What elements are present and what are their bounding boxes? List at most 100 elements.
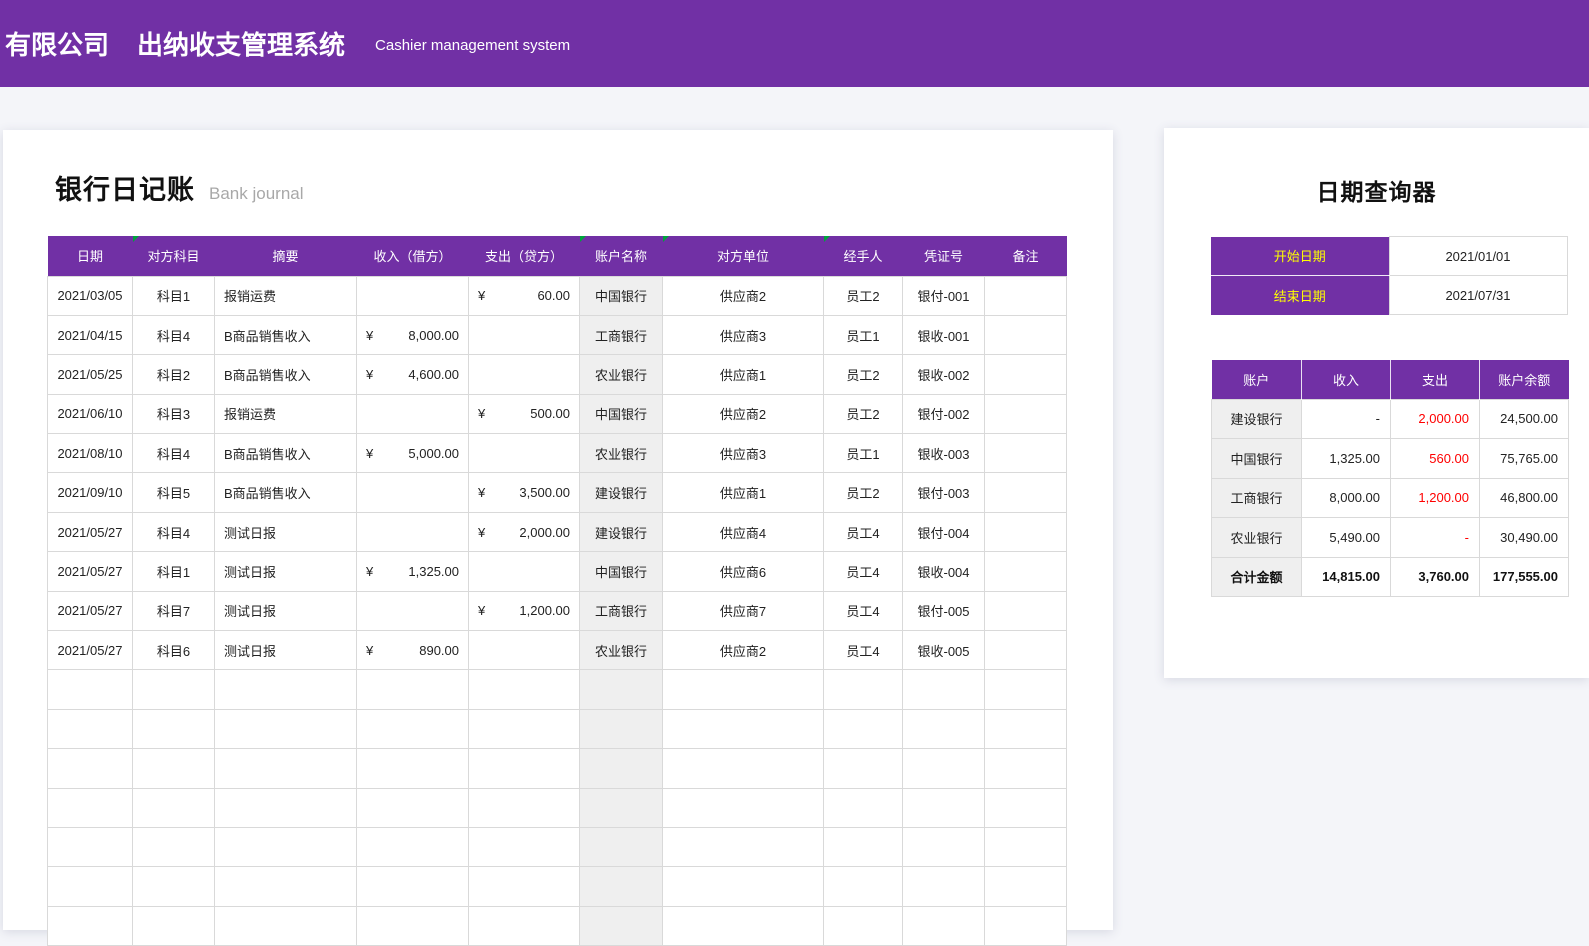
journal-cell-account[interactable]: 中国银行 — [579, 275, 663, 316]
journal-cell-expense[interactable] — [468, 866, 580, 907]
journal-cell-account[interactable]: 农业银行 — [579, 433, 663, 474]
journal-cell-summary[interactable] — [214, 866, 357, 907]
journal-cell-subject[interactable] — [132, 669, 215, 710]
journal-cell-remark[interactable] — [984, 708, 1067, 750]
journal-cell-subject[interactable] — [132, 905, 215, 946]
journal-cell-date[interactable]: 2021/08/10 — [47, 433, 133, 474]
journal-cell-subject[interactable]: 科目4 — [132, 511, 215, 553]
journal-cell-expense[interactable] — [468, 314, 580, 356]
journal-cell-counterparty[interactable]: 供应商3 — [662, 314, 824, 356]
journal-cell-income[interactable]: ¥890.00 — [356, 630, 469, 671]
journal-col-voucher[interactable]: 凭证号 — [902, 236, 985, 276]
journal-cell-income[interactable]: ¥4,600.00 — [356, 354, 469, 395]
journal-cell-voucher[interactable] — [902, 787, 985, 828]
journal-cell-subject[interactable] — [132, 787, 215, 828]
journal-cell-account[interactable]: 农业银行 — [579, 354, 663, 395]
journal-cell-expense[interactable]: ¥1,200.00 — [468, 590, 580, 632]
journal-cell-account[interactable]: 工商银行 — [579, 590, 663, 632]
journal-cell-expense[interactable]: ¥2,000.00 — [468, 511, 580, 553]
journal-cell-voucher[interactable] — [902, 708, 985, 750]
journal-cell-date[interactable]: 2021/05/27 — [47, 630, 133, 671]
journal-cell-remark[interactable] — [984, 669, 1067, 710]
journal-cell-voucher[interactable]: 银付-002 — [902, 393, 985, 435]
journal-cell-counterparty[interactable]: 供应商1 — [662, 354, 824, 395]
journal-cell-subject[interactable]: 科目1 — [132, 275, 215, 316]
journal-cell-summary[interactable]: 测试日报 — [214, 551, 357, 592]
journal-cell-remark[interactable] — [984, 905, 1067, 946]
journal-cell-summary[interactable]: 报销运费 — [214, 393, 357, 435]
journal-cell-date[interactable]: 2021/05/27 — [47, 551, 133, 592]
journal-col-summary[interactable]: 摘要 — [214, 236, 357, 276]
journal-cell-summary[interactable] — [214, 708, 357, 750]
journal-cell-remark[interactable] — [984, 551, 1067, 592]
journal-cell-account[interactable] — [579, 669, 663, 710]
journal-cell-handler[interactable] — [823, 826, 903, 868]
journal-cell-subject[interactable]: 科目1 — [132, 551, 215, 592]
journal-cell-date[interactable] — [47, 748, 133, 789]
journal-cell-remark[interactable] — [984, 314, 1067, 356]
journal-cell-handler[interactable]: 员工2 — [823, 393, 903, 435]
journal-cell-handler[interactable]: 员工1 — [823, 433, 903, 474]
journal-cell-counterparty[interactable]: 供应商2 — [662, 630, 824, 671]
journal-cell-remark[interactable] — [984, 433, 1067, 474]
journal-cell-handler[interactable]: 员工2 — [823, 354, 903, 395]
journal-cell-date[interactable]: 2021/09/10 — [47, 472, 133, 513]
journal-cell-remark[interactable] — [984, 354, 1067, 395]
journal-cell-counterparty[interactable]: 供应商2 — [662, 275, 824, 316]
journal-cell-counterparty[interactable] — [662, 708, 824, 750]
journal-cell-subject[interactable] — [132, 866, 215, 907]
journal-cell-summary[interactable]: 报销运费 — [214, 275, 357, 316]
journal-cell-summary[interactable] — [214, 905, 357, 946]
journal-cell-income[interactable]: ¥1,325.00 — [356, 551, 469, 592]
journal-cell-expense[interactable] — [468, 433, 580, 474]
journal-cell-counterparty[interactable] — [662, 866, 824, 907]
journal-cell-date[interactable] — [47, 669, 133, 710]
journal-cell-counterparty[interactable]: 供应商1 — [662, 472, 824, 513]
journal-cell-date[interactable] — [47, 787, 133, 828]
journal-cell-income[interactable] — [356, 787, 469, 828]
journal-cell-summary[interactable]: 测试日报 — [214, 630, 357, 671]
journal-cell-date[interactable]: 2021/06/10 — [47, 393, 133, 435]
journal-cell-counterparty[interactable] — [662, 669, 824, 710]
journal-cell-account[interactable]: 农业银行 — [579, 630, 663, 671]
journal-col-date[interactable]: 日期 — [47, 236, 133, 276]
journal-cell-income[interactable] — [356, 511, 469, 553]
journal-cell-subject[interactable]: 科目3 — [132, 393, 215, 435]
journal-cell-handler[interactable]: 员工2 — [823, 472, 903, 513]
journal-cell-remark[interactable] — [984, 275, 1067, 316]
journal-cell-voucher[interactable]: 银收-005 — [902, 630, 985, 671]
journal-cell-account[interactable] — [579, 866, 663, 907]
journal-cell-subject[interactable] — [132, 708, 215, 750]
journal-cell-expense[interactable] — [468, 630, 580, 671]
journal-cell-date[interactable] — [47, 708, 133, 750]
journal-cell-income[interactable] — [356, 905, 469, 946]
journal-cell-voucher[interactable]: 银付-005 — [902, 590, 985, 632]
journal-cell-date[interactable] — [47, 905, 133, 946]
journal-cell-date[interactable] — [47, 866, 133, 907]
journal-col-income[interactable]: 收入（借方） — [356, 236, 469, 276]
journal-cell-voucher[interactable] — [902, 748, 985, 789]
journal-cell-counterparty[interactable]: 供应商2 — [662, 393, 824, 435]
journal-cell-voucher[interactable]: 银收-004 — [902, 551, 985, 592]
journal-cell-summary[interactable] — [214, 748, 357, 789]
journal-cell-handler[interactable]: 员工4 — [823, 590, 903, 632]
journal-cell-account[interactable] — [579, 708, 663, 750]
journal-cell-income[interactable] — [356, 866, 469, 907]
journal-cell-account[interactable]: 中国银行 — [579, 551, 663, 592]
journal-cell-account[interactable] — [579, 787, 663, 828]
journal-cell-account[interactable] — [579, 905, 663, 946]
journal-cell-expense[interactable]: ¥500.00 — [468, 393, 580, 435]
journal-cell-account[interactable] — [579, 748, 663, 789]
journal-cell-summary[interactable]: B商品销售收入 — [214, 314, 357, 356]
journal-cell-account[interactable]: 建设银行 — [579, 511, 663, 553]
journal-cell-income[interactable] — [356, 669, 469, 710]
journal-cell-date[interactable]: 2021/05/25 — [47, 354, 133, 395]
journal-cell-handler[interactable]: 员工2 — [823, 275, 903, 316]
journal-cell-expense[interactable] — [468, 787, 580, 828]
journal-cell-subject[interactable]: 科目6 — [132, 630, 215, 671]
journal-cell-account[interactable]: 建设银行 — [579, 472, 663, 513]
journal-cell-subject[interactable] — [132, 748, 215, 789]
journal-cell-handler[interactable] — [823, 866, 903, 907]
journal-cell-date[interactable]: 2021/05/27 — [47, 511, 133, 553]
journal-cell-handler[interactable]: 员工4 — [823, 630, 903, 671]
